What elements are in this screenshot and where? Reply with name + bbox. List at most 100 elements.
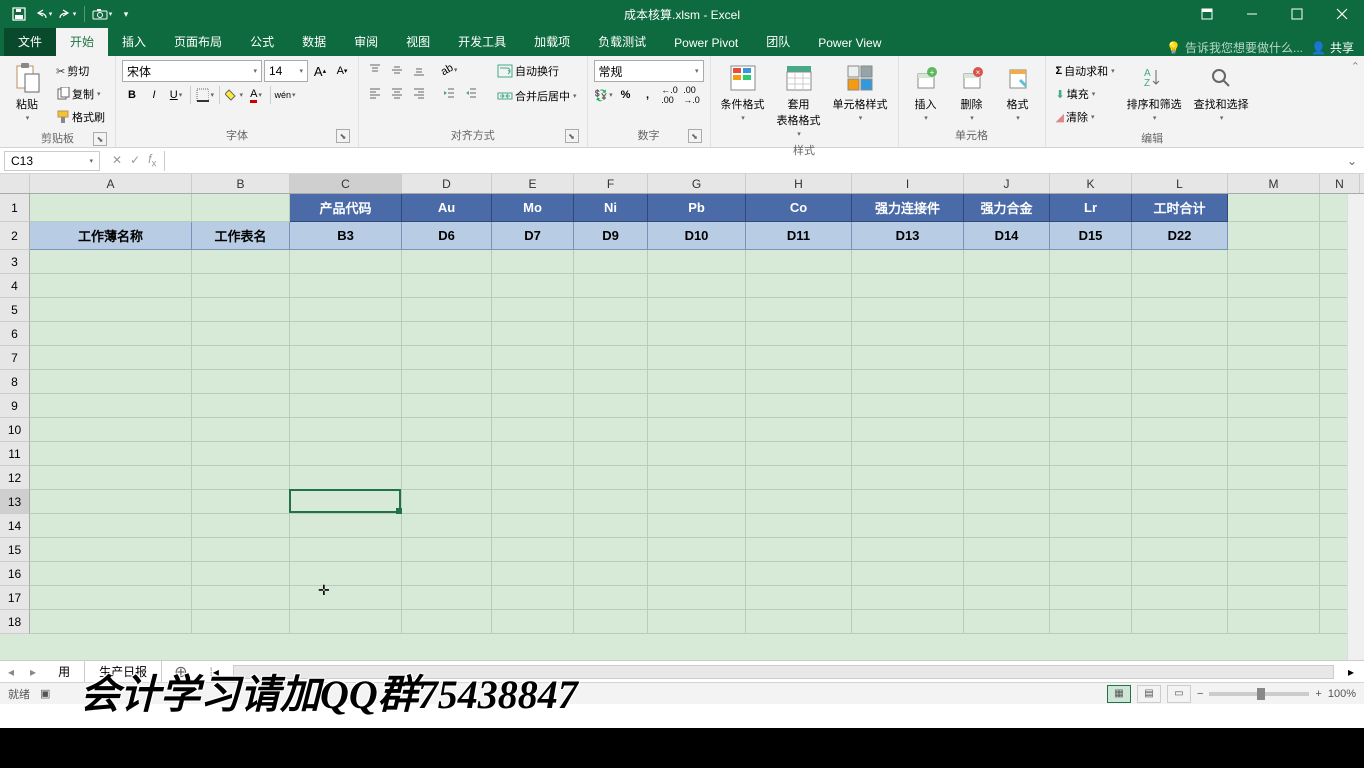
cell-C15[interactable]: [290, 538, 402, 562]
font-name-combo[interactable]: 宋体▾: [122, 60, 262, 82]
align-top-button[interactable]: [365, 60, 385, 80]
autosum-button[interactable]: Σ自动求和▾: [1052, 60, 1119, 82]
sheet-nav-next[interactable]: ▸: [22, 665, 44, 679]
cell-A11[interactable]: [30, 442, 192, 466]
col-header-L[interactable]: L: [1132, 174, 1228, 193]
cell-K2[interactable]: D15: [1050, 222, 1132, 250]
cell-D10[interactable]: [402, 418, 492, 442]
cell-J4[interactable]: [964, 274, 1050, 298]
cell-H18[interactable]: [746, 610, 852, 634]
cell-H7[interactable]: [746, 346, 852, 370]
cell-D5[interactable]: [402, 298, 492, 322]
cell-D4[interactable]: [402, 274, 492, 298]
format-cells-button[interactable]: 格式▾: [997, 60, 1039, 124]
col-header-J[interactable]: J: [964, 174, 1050, 193]
macro-indicator[interactable]: ▣: [40, 687, 50, 700]
cell-K17[interactable]: [1050, 586, 1132, 610]
sheet-tab-production[interactable]: 生产日报: [85, 661, 162, 682]
cell-M11[interactable]: [1228, 442, 1320, 466]
col-header-D[interactable]: D: [402, 174, 492, 193]
cell-K8[interactable]: [1050, 370, 1132, 394]
cell-I15[interactable]: [852, 538, 964, 562]
cell-K12[interactable]: [1050, 466, 1132, 490]
tab-home[interactable]: 开始: [56, 27, 108, 56]
collapse-ribbon-button[interactable]: ⌃: [1347, 56, 1364, 147]
cell-F13[interactable]: [574, 490, 648, 514]
cell-L4[interactable]: [1132, 274, 1228, 298]
col-header-N[interactable]: N: [1320, 174, 1360, 193]
cell-C13[interactable]: [290, 490, 402, 514]
cell-E17[interactable]: [492, 586, 574, 610]
cell-I8[interactable]: [852, 370, 964, 394]
cell-J16[interactable]: [964, 562, 1050, 586]
cell-H16[interactable]: [746, 562, 852, 586]
cell-L18[interactable]: [1132, 610, 1228, 634]
cell-G8[interactable]: [648, 370, 746, 394]
row-header-1[interactable]: 1: [0, 194, 30, 222]
row-header-5[interactable]: 5: [0, 298, 30, 322]
cell-G18[interactable]: [648, 610, 746, 634]
clear-button[interactable]: ◢清除▾: [1052, 106, 1119, 128]
maximize-button[interactable]: [1274, 0, 1319, 28]
cell-L16[interactable]: [1132, 562, 1228, 586]
page-layout-view-button[interactable]: ▤: [1137, 685, 1161, 703]
cell-styles-button[interactable]: 单元格样式▾: [829, 60, 892, 124]
cell-H15[interactable]: [746, 538, 852, 562]
cell-F10[interactable]: [574, 418, 648, 442]
cell-G2[interactable]: D10: [648, 222, 746, 250]
align-center-button[interactable]: [387, 83, 407, 103]
add-sheet-button[interactable]: ⊕: [162, 662, 199, 682]
select-all-corner[interactable]: [0, 174, 30, 193]
cell-J17[interactable]: [964, 586, 1050, 610]
col-header-B[interactable]: B: [192, 174, 290, 193]
row-header-2[interactable]: 2: [0, 222, 30, 250]
cell-I6[interactable]: [852, 322, 964, 346]
cell-A8[interactable]: [30, 370, 192, 394]
tab-addins[interactable]: 加载项: [520, 27, 584, 56]
cell-B17[interactable]: [192, 586, 290, 610]
sheet-tab-partial[interactable]: 用: [44, 661, 85, 682]
cell-L1[interactable]: 工时合计: [1132, 194, 1228, 222]
cell-I18[interactable]: [852, 610, 964, 634]
cell-C14[interactable]: [290, 514, 402, 538]
cell-E13[interactable]: [492, 490, 574, 514]
cell-C18[interactable]: [290, 610, 402, 634]
cell-L13[interactable]: [1132, 490, 1228, 514]
cell-L6[interactable]: [1132, 322, 1228, 346]
cell-E8[interactable]: [492, 370, 574, 394]
cell-L2[interactable]: D22: [1132, 222, 1228, 250]
cell-C10[interactable]: [290, 418, 402, 442]
col-header-A[interactable]: A: [30, 174, 192, 193]
cell-I16[interactable]: [852, 562, 964, 586]
cell-K13[interactable]: [1050, 490, 1132, 514]
cell-G11[interactable]: [648, 442, 746, 466]
number-launcher[interactable]: ⬊: [688, 129, 702, 143]
page-break-view-button[interactable]: ▭: [1167, 685, 1191, 703]
cell-M18[interactable]: [1228, 610, 1320, 634]
italic-button[interactable]: I: [144, 85, 164, 105]
format-painter-button[interactable]: 格式刷: [52, 106, 109, 128]
cell-B10[interactable]: [192, 418, 290, 442]
cell-L11[interactable]: [1132, 442, 1228, 466]
cell-B15[interactable]: [192, 538, 290, 562]
cell-C11[interactable]: [290, 442, 402, 466]
cell-H14[interactable]: [746, 514, 852, 538]
cell-J6[interactable]: [964, 322, 1050, 346]
row-header-12[interactable]: 12: [0, 466, 30, 490]
cell-M10[interactable]: [1228, 418, 1320, 442]
row-header-11[interactable]: 11: [0, 442, 30, 466]
find-select-button[interactable]: 查找和选择▾: [1190, 60, 1253, 124]
cell-I13[interactable]: [852, 490, 964, 514]
paste-button[interactable]: 粘贴▾: [6, 60, 48, 124]
cell-C12[interactable]: [290, 466, 402, 490]
align-bottom-button[interactable]: [409, 60, 429, 80]
cell-L8[interactable]: [1132, 370, 1228, 394]
cell-G16[interactable]: [648, 562, 746, 586]
cell-J13[interactable]: [964, 490, 1050, 514]
sheet-nav-prev[interactable]: ◂: [0, 665, 22, 679]
tab-review[interactable]: 审阅: [340, 27, 392, 56]
clipboard-launcher[interactable]: ⬊: [93, 132, 107, 146]
cell-D15[interactable]: [402, 538, 492, 562]
row-header-4[interactable]: 4: [0, 274, 30, 298]
cell-J1[interactable]: 强力合金: [964, 194, 1050, 222]
